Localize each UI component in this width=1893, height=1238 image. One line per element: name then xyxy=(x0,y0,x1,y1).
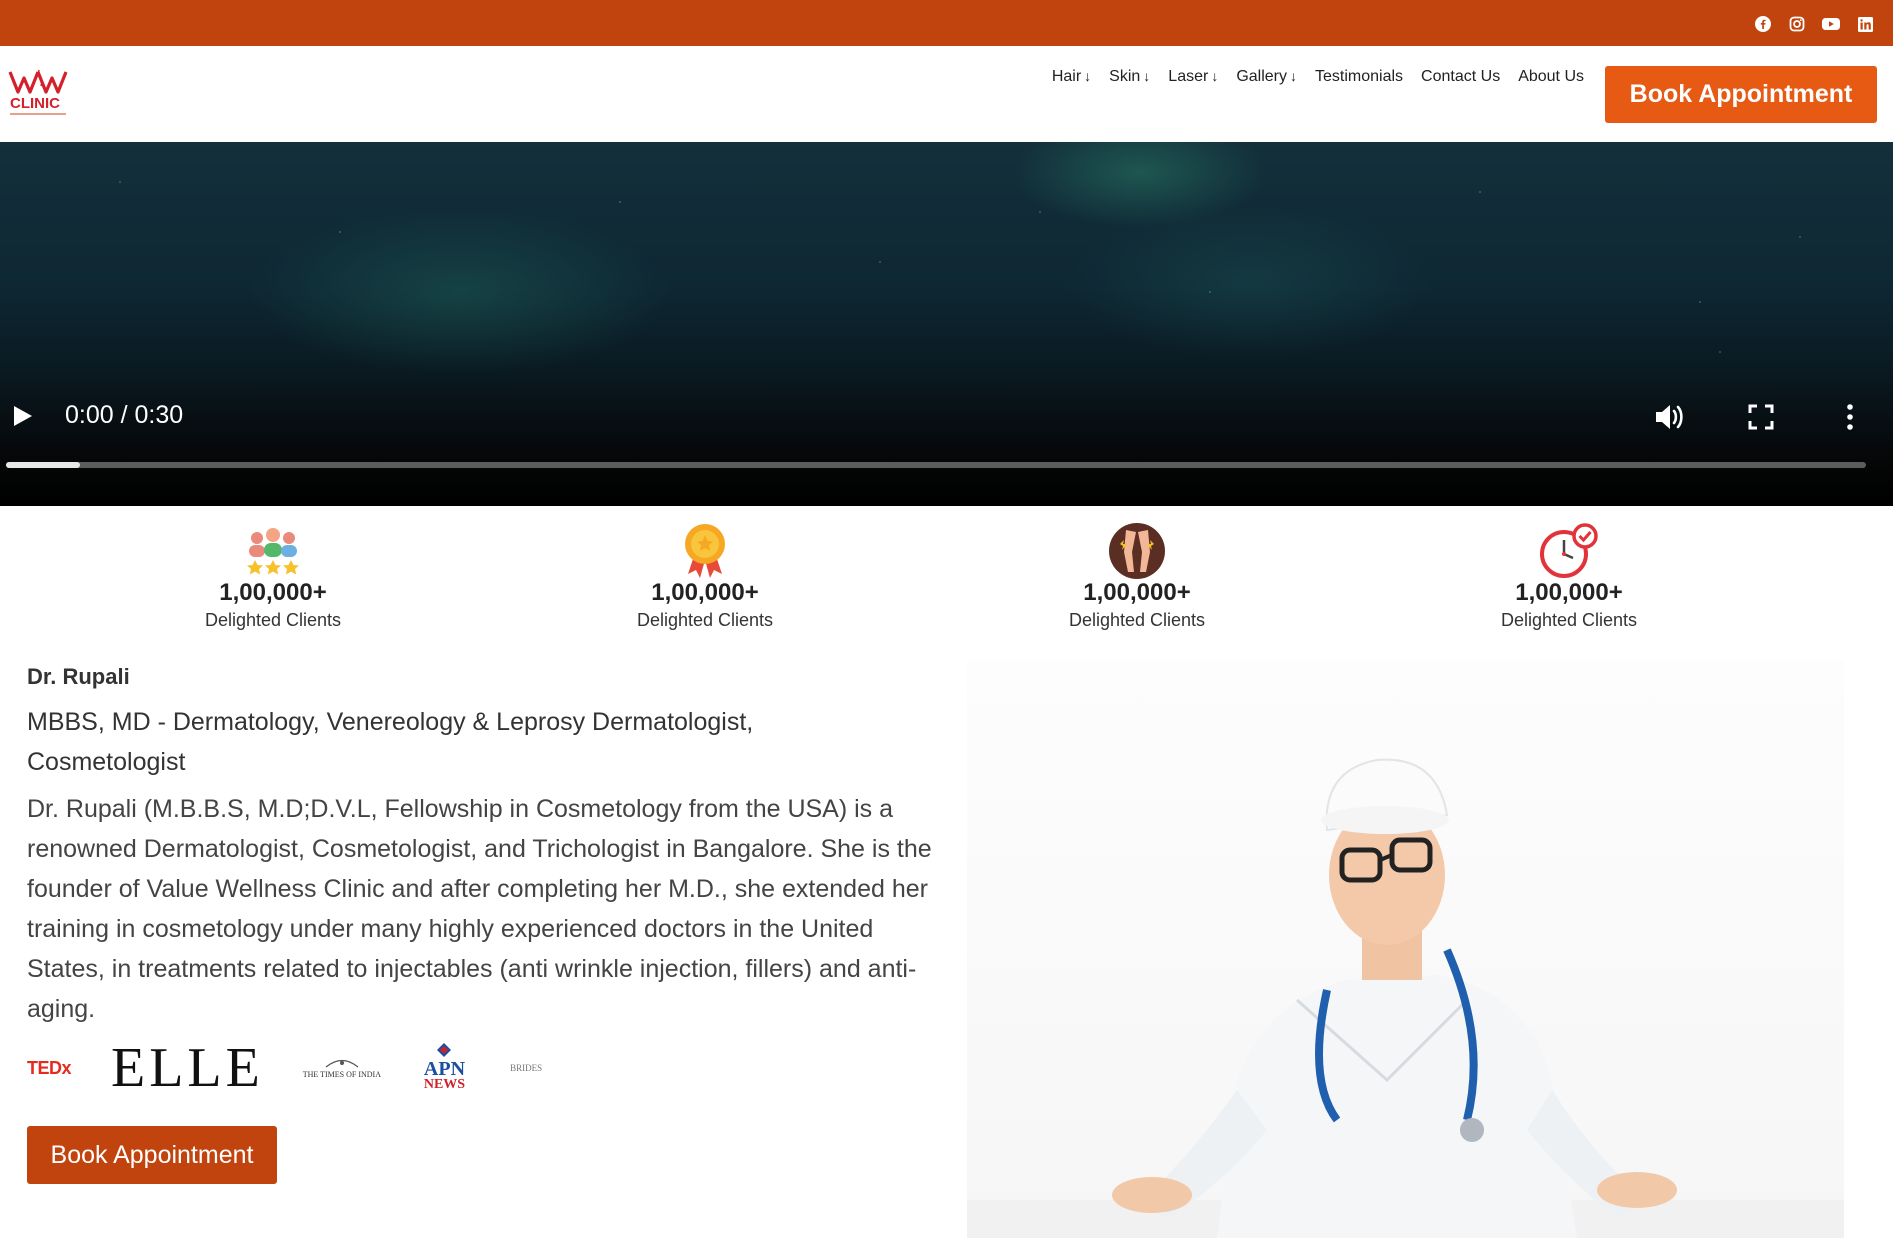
clients-stars-icon xyxy=(247,528,299,575)
doctor-qualification: MBBS, MD - Dermatology, Venereology & Le… xyxy=(27,708,754,776)
main-nav: Hair ↓ Skin ↓ Laser ↓ Gallery ↓ Testimonials… xyxy=(1043,68,1593,86)
doctor-bio: Dr. Rupali (M.B.B.S, M.D;D.V.L, Fellowsh… xyxy=(27,795,932,1023)
times-of-india-logo: THE TIMES OF INDIA xyxy=(302,1058,382,1079)
more-options-icon[interactable] xyxy=(1840,402,1860,432)
youtube-icon[interactable] xyxy=(1821,14,1841,34)
video-frame xyxy=(0,142,1893,506)
nav-testimonials[interactable]: Testimonials xyxy=(1306,68,1412,86)
media-logos: TEDx ELLE THE TIMES OF INDIA APN NEWS BR… xyxy=(27,1040,542,1096)
tedx-logo: TEDx xyxy=(27,1057,72,1078)
doctor-name: Dr. Rupali xyxy=(27,664,130,689)
nav-hair[interactable]: Hair ↓ xyxy=(1043,68,1100,86)
clinic-logo[interactable]: CLINIC xyxy=(8,66,72,122)
nav-contact-us[interactable]: Contact Us xyxy=(1412,68,1509,86)
apn-news-logo: APN NEWS xyxy=(424,1043,465,1093)
stat-label: Delighted Clients xyxy=(204,610,342,630)
nav-skin[interactable]: Skin ↓ xyxy=(1100,68,1159,86)
dropdown-arrow-icon: ↓ xyxy=(1084,68,1092,84)
doctor-photo xyxy=(967,660,1844,1238)
diamond-icon xyxy=(437,1043,452,1057)
nav-about-us[interactable]: About Us xyxy=(1509,68,1593,86)
stat-label: Delighted Clients xyxy=(1068,610,1206,630)
brides-logo: BRIDES xyxy=(510,1063,543,1073)
dropdown-arrow-icon: ↓ xyxy=(1211,68,1219,84)
video-progress-bar[interactable] xyxy=(6,462,1866,468)
site-header: CLINIC Hair ↓ Skin ↓ Laser ↓ Gallery ↓ Testi… xyxy=(0,46,1893,142)
video-progress-fill xyxy=(6,462,81,468)
video-time: 0:00 / 0:30 xyxy=(65,401,184,429)
dropdown-arrow-icon: ↓ xyxy=(1290,68,1298,84)
legs-icon xyxy=(1109,523,1165,579)
stat-value: 1,00,000+ xyxy=(219,579,327,606)
top-bar xyxy=(0,0,1893,46)
stat-card: 1,00,000+ Delighted Clients xyxy=(1449,520,1689,631)
linkedin-icon[interactable] xyxy=(1855,14,1875,34)
dropdown-arrow-icon: ↓ xyxy=(1143,68,1151,84)
instagram-icon[interactable] xyxy=(1787,14,1807,34)
svg-text:CLINIC: CLINIC xyxy=(10,95,60,112)
fullscreen-icon[interactable] xyxy=(1748,404,1774,430)
nav-laser[interactable]: Laser ↓ xyxy=(1159,68,1227,86)
emblem-icon xyxy=(325,1059,359,1067)
book-appointment-button[interactable]: Book Appointment xyxy=(1605,66,1877,123)
stat-value: 1,00,000+ xyxy=(1083,579,1191,606)
clock-check-icon xyxy=(1540,523,1598,578)
stat-card: 1,00,000+ Delighted Clients xyxy=(585,520,825,631)
stat-value: 1,00,000+ xyxy=(651,579,759,606)
facebook-icon[interactable] xyxy=(1753,14,1773,34)
volume-icon[interactable] xyxy=(1653,402,1685,432)
social-links xyxy=(1753,14,1875,34)
stat-label: Delighted Clients xyxy=(636,610,774,630)
medal-icon xyxy=(685,524,725,578)
book-appointment-button-secondary[interactable]: Book Appointment xyxy=(27,1126,277,1184)
elle-logo: ELLE xyxy=(111,1037,264,1099)
stat-card: 1,00,000+ Delighted Clients xyxy=(1017,520,1257,631)
stat-card: 1,00,000+ Delighted Clients xyxy=(153,520,393,631)
play-icon[interactable] xyxy=(12,404,34,428)
stat-label: Delighted Clients xyxy=(1500,610,1638,630)
video-player[interactable]: 0:00 / 0:30 xyxy=(0,142,1893,506)
nav-gallery[interactable]: Gallery ↓ xyxy=(1227,68,1306,86)
stat-value: 1,00,000+ xyxy=(1515,579,1623,606)
